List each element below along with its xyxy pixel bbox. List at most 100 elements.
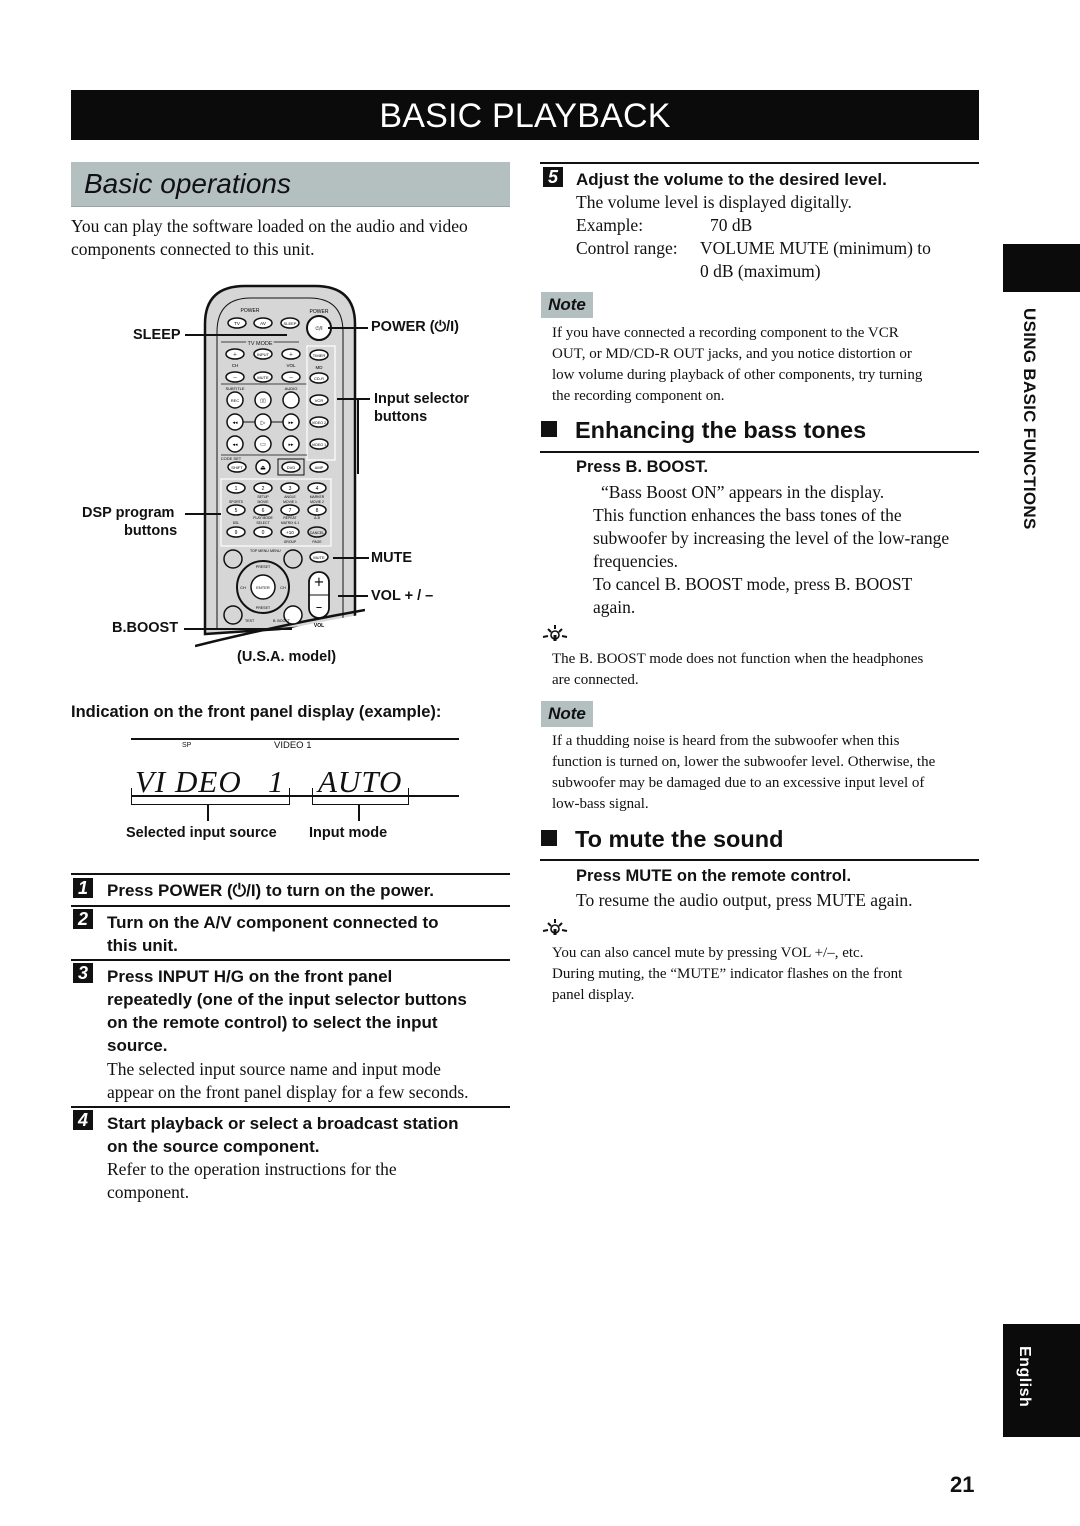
control-range-value-2: 0 dB (maximum) (700, 261, 821, 281)
step-body-line: Refer to the operation instructions for … (107, 1159, 397, 1179)
svg-text:+: + (314, 575, 325, 590)
svg-text:TOP MENU: TOP MENU (250, 549, 269, 553)
svg-text:VIDEO 2: VIDEO 2 (312, 421, 326, 425)
callout-dsp-buttons: buttons (124, 523, 178, 539)
svg-text:MENU: MENU (270, 549, 281, 553)
mute-tip-text: You can also cancel mute by pressing VOL… (552, 943, 902, 1006)
side-tab-section-label: USING BASIC FUNCTIONS (1020, 308, 1039, 530)
mute-body: To resume the audio output, press MUTE a… (576, 890, 913, 910)
svg-text:DSL: DSL (233, 521, 240, 525)
svg-text:CODE SET: CODE SET (221, 456, 242, 461)
note-line: low-bass signal. (552, 796, 649, 812)
svg-text:TEST: TEST (245, 619, 255, 623)
svg-text:CD-R: CD-R (314, 376, 324, 381)
callout-sleep: SLEEP (133, 327, 181, 343)
example-label: Example: (576, 215, 644, 235)
note-badge: Note (541, 701, 593, 727)
svg-text:9: 9 (235, 530, 238, 536)
svg-text:◂◂: ◂◂ (232, 421, 238, 426)
tip-line: You can also cancel mute by pressing VOL… (552, 945, 864, 961)
svg-text:7: 7 (289, 508, 292, 514)
svg-text:TIMER: TIMER (313, 353, 326, 358)
step-number-1: 1 (73, 878, 93, 898)
step-number-2: 2 (73, 909, 93, 929)
svg-text:VCR: VCR (315, 398, 324, 403)
svg-text:REC: REC (231, 398, 240, 403)
svg-text:+10: +10 (286, 530, 294, 535)
leader-line (328, 327, 368, 329)
svg-text:+: + (233, 351, 237, 359)
bass-body-line-0: “Bass Boost ON” appears in the display. (601, 482, 885, 502)
step-body-line: The selected input source name and input… (107, 1059, 441, 1079)
svg-text:GROUP: GROUP (284, 540, 297, 544)
tip-lightbulb-icon (542, 625, 568, 641)
callout-power: POWER (⏻/I) (371, 319, 459, 335)
step-2-heading: Turn on the A/V component connected to t… (107, 911, 439, 957)
indicator-video1: VIDEO 1 (274, 740, 312, 751)
svg-text:DVD: DVD (287, 465, 296, 470)
svg-text:AMP: AMP (315, 465, 324, 470)
language-tab: English (1003, 1324, 1080, 1437)
label-selected-input-source: Selected input source (126, 825, 277, 841)
step-rule (71, 873, 510, 875)
step-body-line: component. (107, 1182, 190, 1202)
step-body-line: appear on the front panel display for a … (107, 1082, 469, 1102)
svg-text:SPORTS: SPORTS (229, 500, 244, 504)
svg-text:TV MODE: TV MODE (247, 341, 272, 347)
svg-text:SETUP: SETUP (257, 495, 269, 499)
step-5-body: The volume level is displayed digitally. (576, 192, 852, 212)
tip-line: are connected. (552, 672, 639, 688)
control-range-label: Control range: (576, 238, 678, 258)
svg-text:▸▸: ▸▸ (288, 443, 294, 448)
svg-text:–: – (232, 373, 237, 381)
svg-text:SUBTITLE: SUBTITLE (225, 386, 244, 391)
svg-text:AUDIO: AUDIO (285, 386, 298, 391)
side-tab-section: USING BASIC FUNCTIONS (1003, 308, 1043, 578)
note-line: If a thudding noise is heard from the su… (552, 733, 900, 749)
svg-text:MARKER: MARKER (310, 495, 325, 499)
tip-line: panel display. (552, 987, 635, 1003)
remote-label-power-group: POWER (241, 308, 260, 314)
callout-vol: VOL + / – (371, 588, 434, 604)
svg-text:CH: CH (232, 363, 239, 368)
svg-text:PLAY MODE: PLAY MODE (253, 516, 273, 520)
step-heading-line: Press INPUT H/G on the front panel (107, 967, 393, 986)
leader-line (184, 628, 292, 630)
svg-text:B. BOOST: B. BOOST (273, 619, 291, 623)
svg-text:TV: TV (234, 321, 240, 326)
callout-dsp-program: DSP program (82, 505, 175, 521)
leader-line (338, 595, 368, 597)
step-heading-line: source. (107, 1036, 168, 1055)
callout-mute: MUTE (371, 550, 413, 566)
svg-text:⏻/I: ⏻/I (315, 326, 322, 332)
svg-text:CANCEL: CANCEL (310, 531, 325, 535)
label-input-mode: Input mode (309, 825, 388, 841)
svg-text:A-B: A-B (314, 516, 320, 520)
step-rule (71, 905, 510, 907)
svg-text:AV: AV (260, 321, 266, 326)
mute-heading-text: To mute the sound (575, 826, 784, 852)
step-5-heading: Adjust the volume to the desired level. (576, 170, 887, 189)
remote-control-illustration: POWER POWER TV AV SLEEP ⏻/I TV MODE + IN… (195, 284, 365, 654)
figure-caption: (U.S.A. model) (237, 649, 337, 665)
step-heading-line: Start playback or select a broadcast sta… (107, 1114, 459, 1133)
section-rule (540, 451, 979, 453)
indicator-sp: SP (182, 742, 192, 749)
page-number: 21 (950, 1472, 975, 1497)
svg-text:MD: MD (316, 365, 324, 370)
step-rule (71, 1106, 510, 1108)
svg-text:MATRIX 6.1: MATRIX 6.1 (281, 521, 299, 525)
bass-tip-text: The B. BOOST mode does not function when… (552, 649, 923, 691)
svg-text:MUTE: MUTE (313, 555, 325, 560)
leader-line (337, 398, 370, 400)
example-value: 70 dB (710, 215, 753, 235)
svg-text:VIDEO 1: VIDEO 1 (312, 443, 326, 447)
svg-text:3: 3 (289, 486, 292, 492)
body-line: To cancel B. BOOST mode, press B. BOOST (593, 574, 913, 594)
svg-text:MOVIE 1: MOVIE 1 (283, 500, 297, 504)
svg-text:PRESET: PRESET (256, 565, 271, 569)
note-line: function is turned on, lower the subwoof… (552, 754, 936, 770)
bullet-square-icon (541, 421, 557, 437)
leader-line (357, 398, 359, 474)
step-heading-line: on the source component. (107, 1137, 320, 1156)
